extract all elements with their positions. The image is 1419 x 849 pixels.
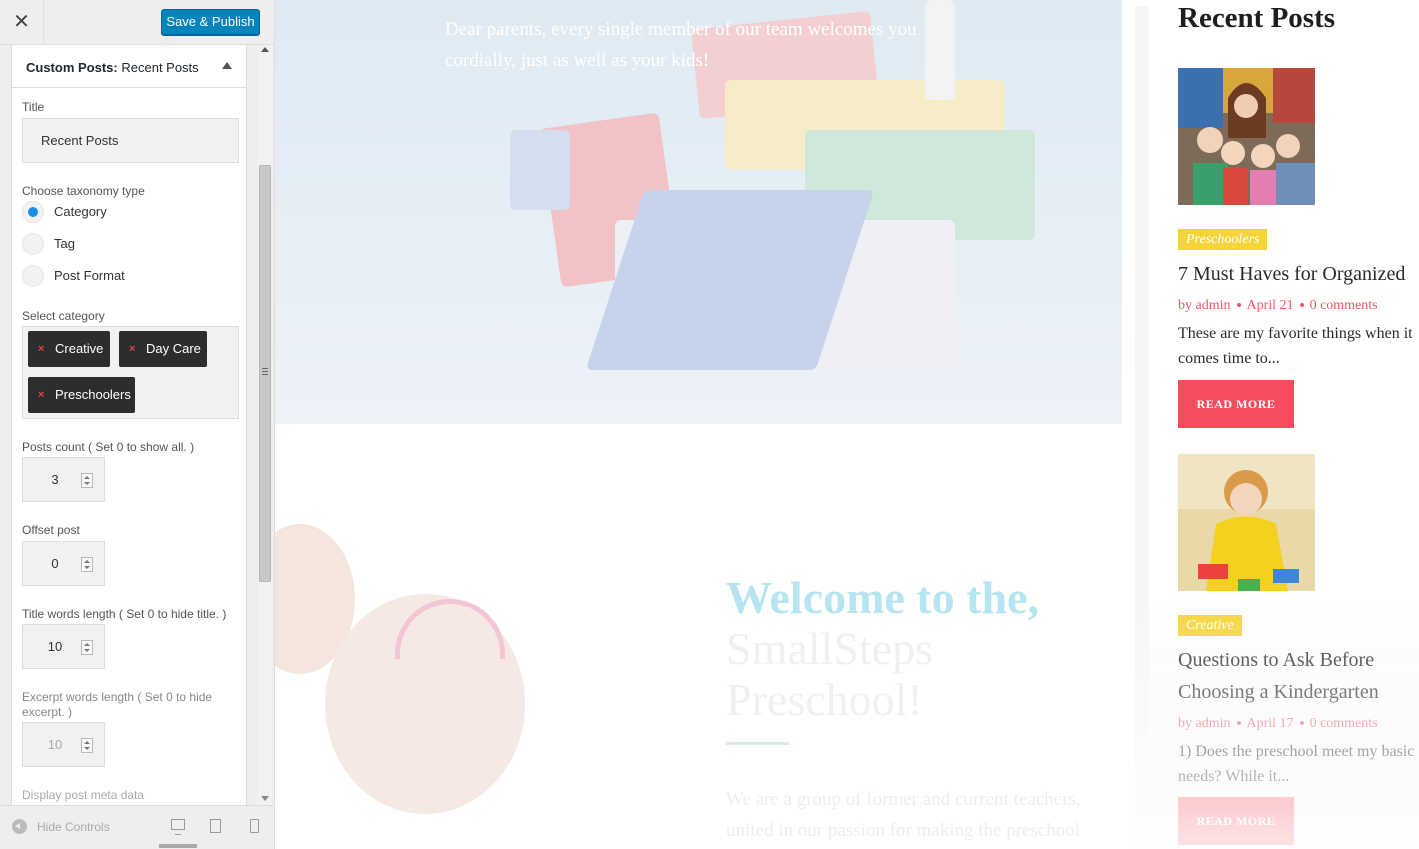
post-comments[interactable]: 0 comments xyxy=(1310,298,1378,313)
photo-kids-group-icon xyxy=(1178,68,1315,205)
excerpt-words-value: 10 xyxy=(47,737,63,752)
title-words-label: Title words length ( Set 0 to hide title… xyxy=(22,607,227,621)
posts-count-label: Posts count ( Set 0 to show all. ) xyxy=(22,440,195,454)
hide-controls-icon[interactable] xyxy=(12,819,27,834)
title-words-stepper[interactable]: 10 xyxy=(22,624,105,669)
panel-scrollbar[interactable] xyxy=(258,45,272,805)
post-title[interactable]: 7 Must Haves for Organized xyxy=(1178,258,1418,290)
category-multiselect[interactable]: × Creative × Day Care × Preschoolers xyxy=(22,326,239,419)
post-author[interactable]: by admin xyxy=(1178,716,1231,731)
radio-label: Category xyxy=(54,204,107,219)
post-meta: by admin April 21 0 comments xyxy=(1178,298,1378,314)
offset-label: Offset post xyxy=(22,523,80,537)
excerpt-words-label: Excerpt words length ( Set 0 to hide exc… xyxy=(22,690,213,719)
category-chip-day-care[interactable]: × Day Care xyxy=(119,331,207,367)
scrollbar-thumb[interactable] xyxy=(259,165,271,582)
hero-text: Dear parents, every single member of our… xyxy=(445,19,917,71)
dot-separator-icon xyxy=(1236,302,1241,307)
post-thumbnail-1[interactable] xyxy=(1178,68,1315,205)
post-thumbnail-2[interactable] xyxy=(1178,454,1315,591)
spinner-arrows-icon[interactable] xyxy=(81,738,93,753)
photo-girl-playing-icon xyxy=(1178,454,1315,591)
post-title-line-2[interactable]: Choosing a Kindergarten xyxy=(1178,676,1418,708)
offset-stepper[interactable]: 0 xyxy=(22,541,105,586)
post-date[interactable]: April 21 xyxy=(1247,298,1294,313)
radio-button-checked[interactable] xyxy=(22,201,44,223)
customizer-sidebar: ✕ Save & Publish Custom Posts: Recent Po… xyxy=(0,0,275,849)
title-input[interactable] xyxy=(22,118,239,163)
radio-button[interactable] xyxy=(22,265,44,287)
remove-chip-icon[interactable]: × xyxy=(38,331,44,367)
dot-separator-icon xyxy=(1299,720,1304,725)
taxonomy-label: Choose taxonomy type xyxy=(22,184,145,198)
section-panel: Custom Posts: Recent Posts Title Choose … xyxy=(11,45,247,805)
section-title: Recent Posts xyxy=(121,60,199,75)
category-chip-preschoolers[interactable]: × Preschoolers xyxy=(28,377,135,413)
site-preview: Dear parents, every single member of our… xyxy=(275,0,1419,849)
select-category-label: Select category xyxy=(22,309,105,323)
hero-banner: Dear parents, every single member of our… xyxy=(275,0,1122,424)
spinner-arrows-icon[interactable] xyxy=(81,557,93,572)
desktop-preview-icon[interactable] xyxy=(171,819,185,835)
post-author[interactable]: by admin xyxy=(1178,298,1231,313)
about-text: We are a group of former and current tea… xyxy=(726,789,1081,841)
widget-title: Recent Posts xyxy=(1178,2,1336,34)
save-publish-button[interactable]: Save & Publish xyxy=(161,9,260,35)
active-device-indicator xyxy=(159,844,197,848)
remove-chip-icon[interactable]: × xyxy=(38,377,44,413)
welcome-line-1: Welcome to the, xyxy=(726,572,1039,623)
radio-button[interactable] xyxy=(22,233,44,255)
close-icon: ✕ xyxy=(13,9,30,33)
welcome-line-3: Preschool! xyxy=(726,674,923,725)
tablet-preview-icon[interactable] xyxy=(210,819,221,833)
mobile-preview-icon[interactable] xyxy=(250,819,259,833)
spinner-arrows-icon[interactable] xyxy=(81,640,93,655)
posts-count-stepper[interactable]: 3 xyxy=(22,457,105,502)
post-date[interactable]: April 17 xyxy=(1247,716,1294,731)
post-meta-label: Display post meta data xyxy=(22,788,145,802)
kids-photo xyxy=(275,424,545,849)
dot-separator-icon xyxy=(1299,302,1304,307)
category-badge[interactable]: Creative xyxy=(1178,615,1242,636)
spinner-arrows-icon[interactable] xyxy=(81,473,93,488)
excerpt-words-stepper[interactable]: 10 xyxy=(22,722,105,767)
radio-label: Post Format xyxy=(54,268,125,283)
read-more-button[interactable]: READ MORE xyxy=(1178,380,1294,428)
radio-label: Tag xyxy=(54,236,75,251)
welcome-line-2: SmallSteps xyxy=(726,623,934,674)
category-badge[interactable]: Preschoolers xyxy=(1178,229,1268,250)
section-prefix: Custom Posts: xyxy=(26,60,118,75)
offset-value: 0 xyxy=(51,556,59,571)
scroll-up-arrow-icon[interactable] xyxy=(261,47,269,52)
scroll-down-arrow-icon[interactable] xyxy=(261,796,269,801)
chip-label: Preschoolers xyxy=(55,387,131,402)
posts-count-value: 3 xyxy=(51,472,59,487)
collapse-arrow-icon[interactable] xyxy=(222,62,232,69)
remove-chip-icon[interactable]: × xyxy=(129,331,135,367)
welcome-heading: Welcome to the, SmallSteps Preschool! xyxy=(726,572,1126,725)
blue-block-shape xyxy=(510,130,570,210)
chip-label: Day Care xyxy=(146,341,201,356)
read-more-button[interactable]: READ MORE xyxy=(1178,797,1294,845)
title-words-value: 10 xyxy=(47,639,63,654)
customizer-footer: Hide Controls xyxy=(0,805,274,849)
category-chip-creative[interactable]: × Creative xyxy=(28,331,110,367)
heading-divider xyxy=(726,742,789,745)
chip-label: Creative xyxy=(55,341,104,356)
grip-lines-icon xyxy=(262,368,268,375)
post-comments[interactable]: 0 comments xyxy=(1310,716,1378,731)
title-label: Title xyxy=(22,100,45,114)
post-meta: by admin April 17 0 comments xyxy=(1178,716,1378,732)
close-customizer-button[interactable]: ✕ xyxy=(0,0,44,44)
post-excerpt: These are my favorite things when it com… xyxy=(1178,325,1413,367)
hide-controls-button[interactable]: Hide Controls xyxy=(37,820,110,834)
post-excerpt: 1) Does the preschool meet my basic need… xyxy=(1178,743,1415,785)
customizer-header: ✕ Save & Publish xyxy=(0,0,274,45)
post-title-line-1[interactable]: Questions to Ask Before xyxy=(1178,644,1418,676)
dot-separator-icon xyxy=(1236,720,1241,725)
section-header[interactable]: Custom Posts: Recent Posts xyxy=(12,45,246,88)
